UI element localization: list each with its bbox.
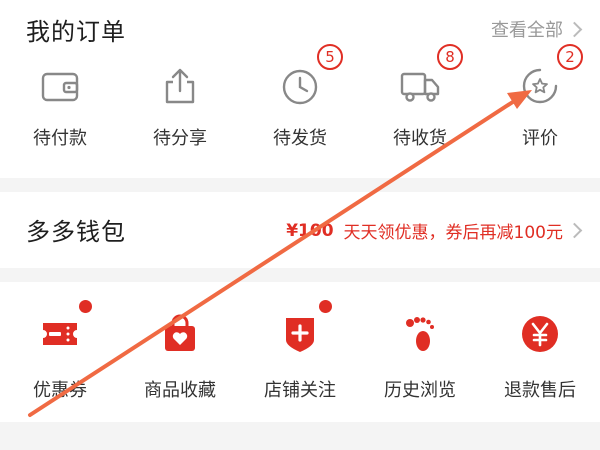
- tool-label: 优惠券: [33, 380, 87, 401]
- order-label: 待发货: [273, 128, 327, 149]
- order-pending-receipt[interactable]: 8 待收货: [360, 44, 480, 160]
- count-badge: 5: [317, 44, 343, 70]
- orders-title: 我的订单: [26, 18, 126, 46]
- truck-icon: [400, 72, 440, 102]
- wallet-icon: [41, 72, 79, 102]
- orders-card: 我的订单 查看全部 待付款 待分享 5 待发货 8 待收货 2 评价: [0, 0, 600, 178]
- tool-coupons[interactable]: 优惠券: [0, 300, 120, 410]
- wallet-amount: ¥100: [286, 220, 334, 241]
- share-icon: [165, 68, 195, 104]
- tool-favorites[interactable]: 商品收藏: [120, 310, 240, 410]
- bag-heart-icon: [165, 314, 195, 351]
- order-pending-ship[interactable]: 5 待发货: [240, 44, 360, 160]
- order-label: 待付款: [33, 128, 87, 149]
- footprint-icon: [406, 317, 434, 351]
- view-all-label: 查看全部: [491, 20, 563, 41]
- wallet-promo-text: 天天领优惠，券后再减100元: [343, 223, 563, 243]
- tools-card: 优惠券 商品收藏 店铺关注 历史浏览 退款售后: [0, 282, 600, 422]
- tool-history[interactable]: 历史浏览: [360, 310, 480, 410]
- order-pending-share[interactable]: 待分享: [120, 60, 240, 160]
- notification-dot: [79, 300, 92, 313]
- tool-label: 退款售后: [504, 380, 576, 401]
- count-badge: 8: [437, 44, 463, 70]
- tool-label: 历史浏览: [384, 380, 456, 401]
- wallet-card[interactable]: 多多钱包 ¥100 天天领优惠，券后再减100元: [0, 192, 600, 268]
- count-badge: 2: [557, 44, 583, 70]
- tool-store-follow[interactable]: 店铺关注: [240, 300, 360, 410]
- tool-refund[interactable]: 退款售后: [480, 310, 600, 410]
- review-star-icon: [522, 68, 558, 104]
- order-label: 待分享: [153, 128, 207, 149]
- coupon-icon: [43, 323, 77, 345]
- order-review[interactable]: 2 评价: [480, 44, 600, 160]
- chevron-right-icon: [566, 222, 583, 239]
- refund-yen-icon: [522, 316, 558, 352]
- order-label: 评价: [522, 128, 558, 149]
- tool-label: 商品收藏: [144, 380, 216, 401]
- store-follow-icon: [286, 318, 314, 352]
- order-label: 待收货: [393, 128, 447, 149]
- order-pending-payment[interactable]: 待付款: [0, 60, 120, 160]
- wallet-promo-link[interactable]: ¥100 天天领优惠，券后再减100元: [286, 218, 583, 243]
- clock-icon: [282, 69, 318, 105]
- view-all-orders-link[interactable]: 查看全部: [491, 16, 583, 42]
- chevron-right-icon: [566, 21, 583, 37]
- tool-label: 店铺关注: [264, 380, 336, 401]
- wallet-title: 多多钱包: [26, 218, 126, 246]
- notification-dot: [319, 300, 332, 313]
